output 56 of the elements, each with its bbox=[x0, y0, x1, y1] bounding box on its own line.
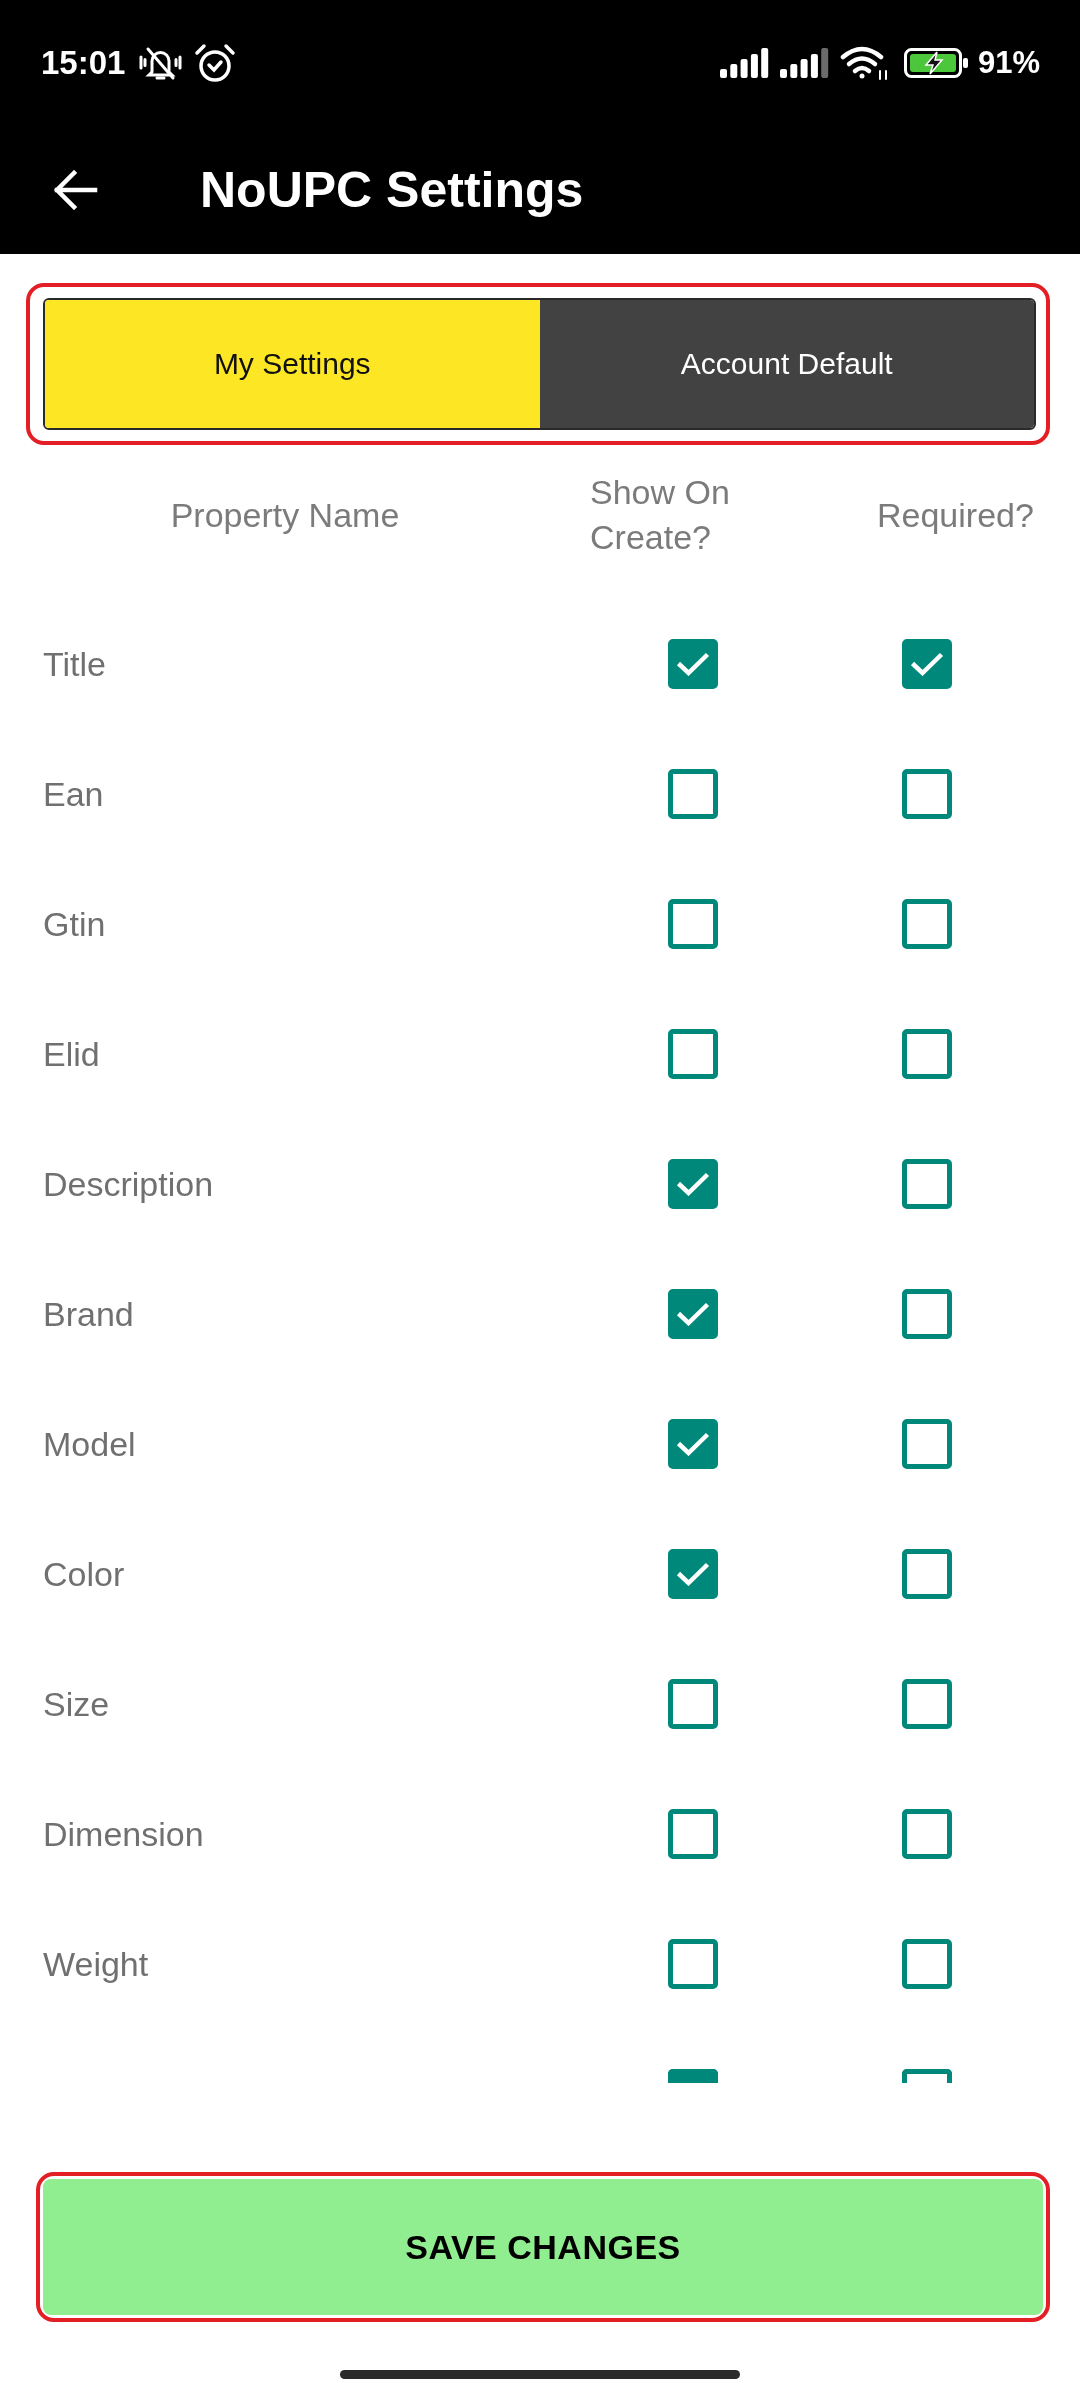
column-header: Property Name bbox=[169, 494, 401, 536]
checkbox[interactable] bbox=[902, 1029, 952, 1079]
checkbox[interactable] bbox=[668, 1809, 718, 1859]
status-time: 15:01 bbox=[41, 43, 126, 82]
checkbox[interactable] bbox=[668, 1549, 718, 1599]
back-arrow-icon[interactable] bbox=[52, 169, 98, 210]
property-label: Description bbox=[43, 1164, 215, 1204]
checkmark-icon bbox=[676, 1302, 710, 1326]
checkbox[interactable] bbox=[668, 1289, 718, 1339]
checkmark-icon bbox=[676, 652, 710, 676]
property-label: Model bbox=[43, 1424, 137, 1464]
checkbox[interactable] bbox=[902, 1289, 952, 1339]
checkbox[interactable] bbox=[902, 1809, 952, 1859]
checkbox[interactable] bbox=[902, 1939, 952, 1989]
property-label: Elid bbox=[43, 1034, 101, 1074]
battery-charging-icon bbox=[903, 47, 968, 78]
property-label: Size bbox=[43, 1684, 111, 1724]
checkmark-icon bbox=[910, 652, 944, 676]
checkbox[interactable] bbox=[668, 2069, 718, 2083]
checkmark-icon bbox=[676, 1432, 710, 1456]
checkbox[interactable] bbox=[668, 1939, 718, 1989]
signal-icon bbox=[779, 47, 829, 78]
battery-percent: 91% bbox=[977, 44, 1040, 81]
checkbox[interactable] bbox=[668, 639, 718, 689]
property-label: Brand bbox=[43, 1294, 135, 1334]
checkbox[interactable] bbox=[902, 1549, 952, 1599]
checkbox[interactable] bbox=[902, 899, 952, 949]
property-label: Weight bbox=[43, 1944, 150, 1984]
checkbox[interactable] bbox=[668, 1029, 718, 1079]
checkmark-icon bbox=[676, 1562, 710, 1586]
tab[interactable]: Account Default bbox=[539, 300, 1034, 428]
checkbox[interactable] bbox=[902, 1159, 952, 1209]
property-label: Gtin bbox=[43, 904, 107, 944]
checkbox[interactable] bbox=[668, 769, 718, 819]
checkmark-icon bbox=[676, 1172, 710, 1196]
checkbox[interactable] bbox=[668, 1679, 718, 1729]
checkbox[interactable] bbox=[902, 1679, 952, 1729]
tab[interactable]: My Settings bbox=[45, 300, 540, 428]
checkbox[interactable] bbox=[902, 2069, 952, 2083]
checkbox[interactable] bbox=[668, 1159, 718, 1209]
column-header: Show On Create? bbox=[590, 472, 731, 558]
checkbox[interactable] bbox=[902, 1419, 952, 1469]
column-header: Required? bbox=[877, 494, 1034, 536]
app-title: NoUPC Settings bbox=[200, 160, 584, 219]
checkbox[interactable] bbox=[668, 1419, 718, 1469]
signal-icon bbox=[719, 47, 769, 78]
property-label: Ean bbox=[43, 774, 105, 814]
property-label: Color bbox=[43, 1554, 126, 1594]
wifi-icon bbox=[839, 44, 890, 81]
checkbox[interactable] bbox=[668, 899, 718, 949]
save-button[interactable]: SAVE CHANGES bbox=[43, 2179, 1043, 2315]
alarm-clock-icon bbox=[194, 42, 237, 83]
property-label: Title bbox=[43, 644, 107, 684]
checkbox[interactable] bbox=[902, 639, 952, 689]
checkbox[interactable] bbox=[902, 769, 952, 819]
property-label: Dimension bbox=[43, 1814, 205, 1854]
